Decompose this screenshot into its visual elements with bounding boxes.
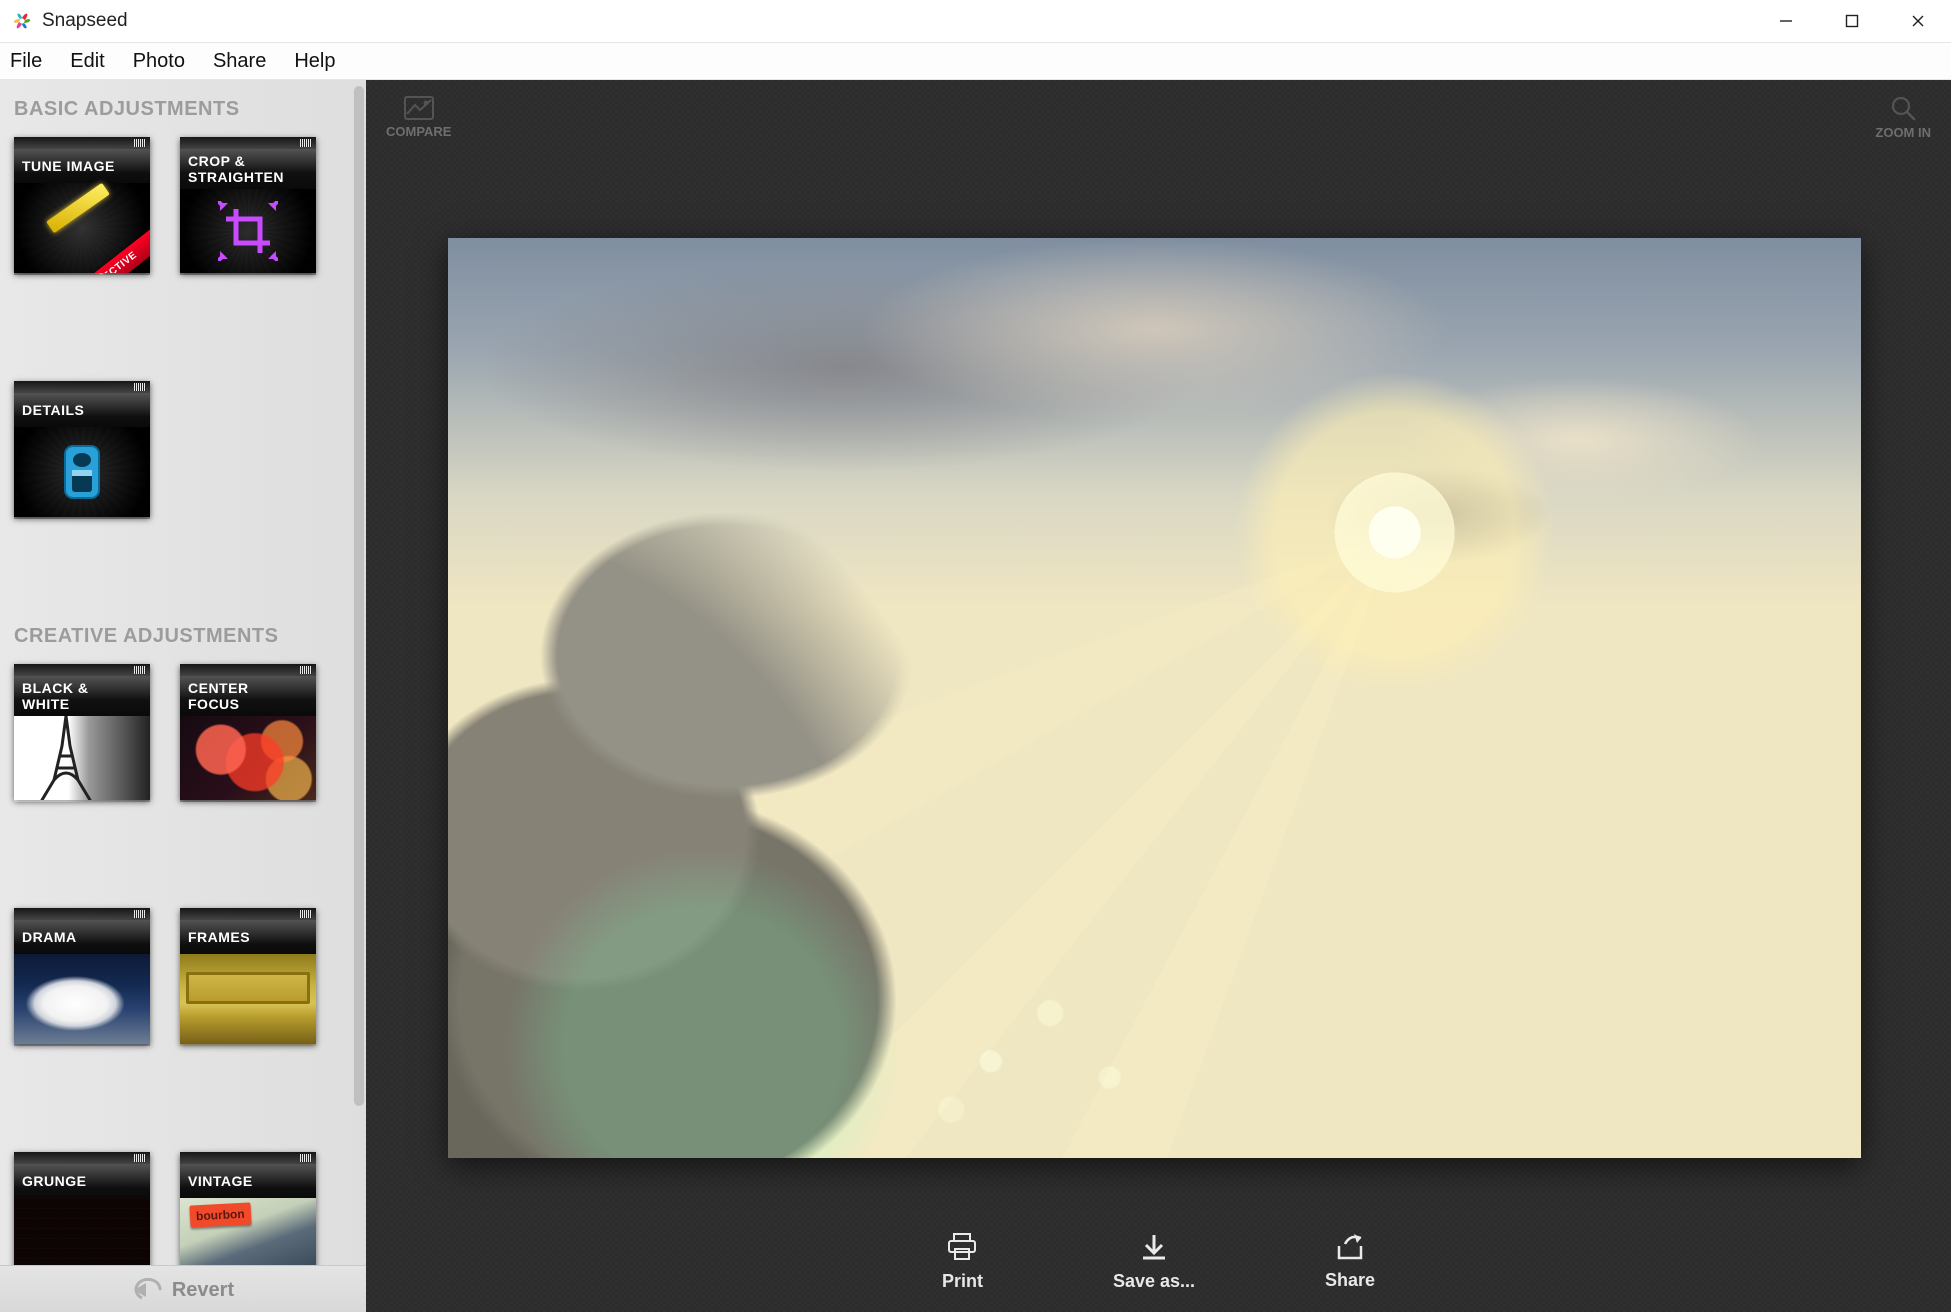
app-icon <box>10 9 34 33</box>
print-button[interactable]: Print <box>942 1233 983 1292</box>
sharpener-icon <box>14 427 150 517</box>
cloud-icon <box>14 954 150 1044</box>
photo-preview[interactable] <box>448 238 1861 1158</box>
viewer-actions: Print Save as... Share <box>366 1210 1951 1312</box>
window-titlebar: Snapseed <box>0 0 1951 42</box>
eiffel-icon <box>14 716 150 800</box>
print-icon <box>947 1233 977 1261</box>
selective-badge: SELECTIVE <box>58 227 150 273</box>
maximize-button[interactable] <box>1819 0 1885 42</box>
brick-icon <box>14 1198 150 1265</box>
frame-icon <box>180 954 316 1044</box>
sidebar-scroll: BASIC ADJUSTMENTS TUNE IMAGE SELECTIVE <box>0 80 366 1265</box>
vintage-icon: bourbon <box>180 1198 316 1265</box>
tile-label: BLACK & WHITE <box>22 680 89 712</box>
revert-button[interactable]: Revert <box>0 1265 366 1312</box>
tile-crop-straighten[interactable]: CROP & STRAIGHTEN <box>180 137 316 273</box>
tile-vintage[interactable]: VINTAGE bourbon <box>180 1152 316 1265</box>
menu-help[interactable]: Help <box>280 43 349 79</box>
menubar: File Edit Photo Share Help <box>0 42 1951 80</box>
bokeh-icon <box>180 716 316 800</box>
share-icon <box>1335 1234 1365 1260</box>
share-label: Share <box>1325 1270 1375 1291</box>
zoom-icon <box>1890 95 1916 121</box>
window-title: Snapseed <box>42 10 1753 32</box>
tile-label: CENTER FOCUS <box>188 680 249 712</box>
revert-icon <box>132 1278 162 1302</box>
menu-edit[interactable]: Edit <box>56 43 118 79</box>
creative-tiles: BLACK & WHITE CENTER FOCUS <box>14 664 346 1265</box>
tile-frames[interactable]: FRAMES <box>180 908 316 1044</box>
zoom-label: ZOOM IN <box>1875 125 1931 140</box>
menu-photo[interactable]: Photo <box>119 43 199 79</box>
menu-file[interactable]: File <box>0 43 56 79</box>
compare-label: COMPARE <box>386 124 451 139</box>
tile-details[interactable]: DETAILS <box>14 381 150 517</box>
tile-label: GRUNGE <box>22 1173 86 1189</box>
save-as-label: Save as... <box>1113 1271 1195 1292</box>
viewer-toolbar: COMPARE ZOOM IN <box>366 80 1951 148</box>
revert-label: Revert <box>172 1279 234 1302</box>
compare-button[interactable]: COMPARE <box>386 96 451 139</box>
compare-icon <box>404 96 434 120</box>
workspace: BASIC ADJUSTMENTS TUNE IMAGE SELECTIVE <box>0 80 1951 1312</box>
close-button[interactable] <box>1885 0 1951 42</box>
tile-label: DETAILS <box>22 402 84 418</box>
menu-share[interactable]: Share <box>199 43 280 79</box>
section-header-basic: BASIC ADJUSTMENTS <box>14 98 346 121</box>
tile-label: DRAMA <box>22 929 77 945</box>
sidebar: BASIC ADJUSTMENTS TUNE IMAGE SELECTIVE <box>0 80 366 1312</box>
tile-tune-image[interactable]: TUNE IMAGE SELECTIVE <box>14 137 150 273</box>
print-label: Print <box>942 1271 983 1292</box>
tile-label: VINTAGE <box>188 1173 253 1189</box>
minimize-button[interactable] <box>1753 0 1819 42</box>
tile-label: TUNE IMAGE <box>22 158 115 174</box>
tile-label: CROP & STRAIGHTEN <box>188 153 284 185</box>
tile-black-white[interactable]: BLACK & WHITE <box>14 664 150 800</box>
wrench-icon: SELECTIVE <box>14 183 150 273</box>
zoom-in-button[interactable]: ZOOM IN <box>1875 95 1931 140</box>
tile-label: FRAMES <box>188 929 250 945</box>
share-button[interactable]: Share <box>1325 1234 1375 1291</box>
basic-tiles: TUNE IMAGE SELECTIVE CROP & STRAIGHTEN <box>14 137 346 625</box>
tile-grunge[interactable]: GRUNGE <box>14 1152 150 1265</box>
crop-icon <box>180 189 316 273</box>
tile-drama[interactable]: DRAMA <box>14 908 150 1044</box>
section-header-creative: CREATIVE ADJUSTMENTS <box>14 625 346 648</box>
tile-center-focus[interactable]: CENTER FOCUS <box>180 664 316 800</box>
download-icon <box>1140 1233 1168 1261</box>
sidebar-scrollbar[interactable] <box>352 80 366 1312</box>
canvas-area[interactable] <box>366 148 1951 1210</box>
scrollbar-thumb[interactable] <box>354 86 364 1106</box>
window-controls <box>1753 0 1951 42</box>
vintage-sign: bourbon <box>189 1202 251 1227</box>
save-as-button[interactable]: Save as... <box>1113 1233 1195 1292</box>
viewer: COMPARE ZOOM IN Prin <box>366 80 1951 1312</box>
